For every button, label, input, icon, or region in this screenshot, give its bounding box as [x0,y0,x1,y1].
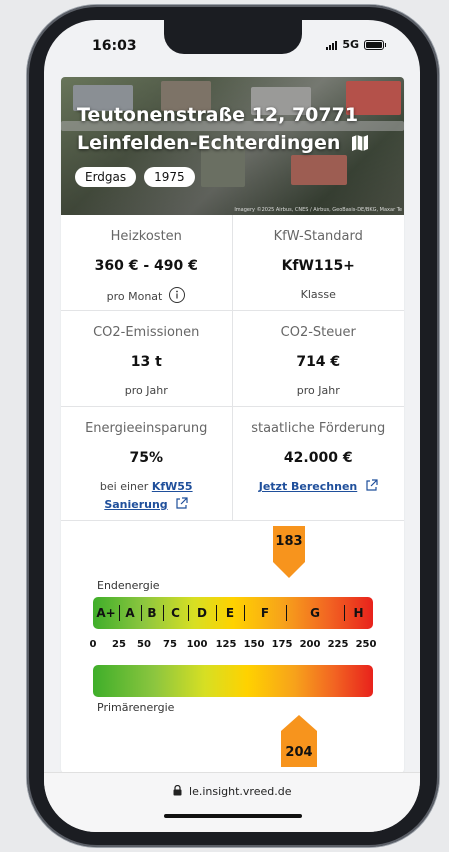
map-icon[interactable] [351,134,369,152]
heating-cost-cell: Heizkosten 360 € - 490 € pro Monat [61,215,233,311]
primary-energy-marker: 204 [281,715,317,767]
address-title: Teutonenstraße 12, 70771 Leinfelden-Echt… [77,101,390,157]
energy-savings-prefix: bei einer [99,480,149,493]
lock-icon [173,785,182,796]
efficiency-class-bar: A+ A B C D E F G H [93,597,373,629]
heating-cost-value: 360 € - 490 € [94,258,198,274]
notch [164,20,302,54]
kfw-standard-sub: Klasse [300,288,336,301]
heating-cost-sub: pro Monat [106,290,163,303]
primary-energy-bar [93,665,373,697]
subsidy-value: 42.000 € [283,450,353,466]
class-b: B [141,597,163,629]
energy-scale-section: 183 Endenergie A+ A B C D E F G H 0 25 5… [61,521,404,773]
co2-emissions-label: CO2-Emissionen [93,325,200,340]
energy-savings-cell: Energieeinsparung 75% bei einer KfW55 Sa… [61,407,233,521]
energy-ticks: 0 25 50 75 100 125 150 175 200 225 250 [89,639,389,653]
final-energy-value: 183 [275,534,303,549]
battery-icon [364,39,386,50]
tick-label: 225 [327,639,349,650]
network-label: 5G [342,38,359,51]
tick-label: 25 [112,639,126,650]
class-d: D [188,597,216,629]
primary-energy-label: Primärenergie [97,701,175,714]
tick-label: 150 [243,639,265,650]
class-a-plus: A+ [96,606,116,620]
tick-label: 250 [355,639,377,650]
tick-label: 100 [186,639,208,650]
subsidy-label: staatliche Förderung [251,421,386,436]
class-c: C [163,597,188,629]
property-chips: Erdgas 1975 [75,167,195,187]
home-indicator[interactable] [164,814,302,818]
energy-savings-label: Energieeinsparung [85,421,208,436]
class-h: H [344,597,373,629]
subsidy-sub: Jetzt Berechnen [233,478,405,496]
url-display[interactable]: le.insight.vreed.de [44,785,420,798]
satellite-hero: Teutonenstraße 12, 70771 Leinfelden-Echt… [61,77,404,215]
external-link-icon[interactable] [365,479,378,492]
signal-icon [326,40,338,50]
class-g: G [286,597,344,629]
tick-label: 175 [271,639,293,650]
co2-emissions-cell: CO2-Emissionen 13 t pro Jahr [61,311,233,407]
metrics-grid: Heizkosten 360 € - 490 € pro Monat KfW-S… [61,215,404,521]
co2-tax-cell: CO2-Steuer 714 € pro Jahr [232,311,404,407]
build-year-chip: 1975 [144,167,195,187]
primary-energy-value: 204 [285,745,313,760]
tick-label: 50 [137,639,151,650]
external-link-icon[interactable] [175,497,188,510]
tick-label: 0 [89,639,97,650]
final-energy-marker: 183 [273,526,305,578]
address-line-2: Leinfelden-Echterdingen [77,132,341,154]
co2-emissions-sub: pro Jahr [124,384,168,397]
property-card: Teutonenstraße 12, 70771 Leinfelden-Echt… [61,77,404,773]
co2-tax-value: 714 € [296,354,341,370]
heating-cost-unit: pro Monat [61,286,232,306]
kfw-standard-value: KfW115+ [281,258,355,274]
url-text: le.insight.vreed.de [189,785,292,798]
co2-tax-label: CO2-Steuer [280,325,356,340]
renovation-link[interactable]: Sanierung [104,498,167,511]
browser-url-bar[interactable]: le.insight.vreed.de [44,772,420,832]
info-icon[interactable] [168,286,186,304]
address-line-1: Teutonenstraße 12, 70771 [77,104,359,126]
class-e: E [216,597,244,629]
class-f: F [244,597,286,629]
tick-label: 200 [299,639,321,650]
kfw-standard-label: KfW-Standard [273,229,363,244]
kfw-standard-cell: KfW-Standard KfW115+ Klasse [232,215,404,311]
tick-label: 75 [163,639,177,650]
status-indicators: 5G [326,38,386,51]
phone-screen: 16:03 5G Teutonenstraße 12, 70771 Leinfe… [44,20,420,832]
heating-type-chip: Erdgas [75,167,137,187]
calculate-link[interactable]: Jetzt Berechnen [259,480,358,493]
kfw55-link[interactable]: KfW55 [152,480,193,493]
map-attribution: Imagery ©2025 Airbus, CNES / Airbus, Geo… [234,207,402,213]
final-energy-label: Endenergie [97,579,160,592]
energy-savings-value: 75% [129,450,163,466]
status-time: 16:03 [92,38,137,54]
co2-emissions-value: 13 t [130,354,162,370]
energy-savings-sub: bei einer KfW55 Sanierung [61,478,232,514]
co2-tax-sub: pro Jahr [296,384,340,397]
class-a: A [119,597,141,629]
tick-label: 125 [215,639,237,650]
subsidy-cell: staatliche Förderung 42.000 € Jetzt Bere… [232,407,405,521]
heating-cost-label: Heizkosten [110,229,182,244]
